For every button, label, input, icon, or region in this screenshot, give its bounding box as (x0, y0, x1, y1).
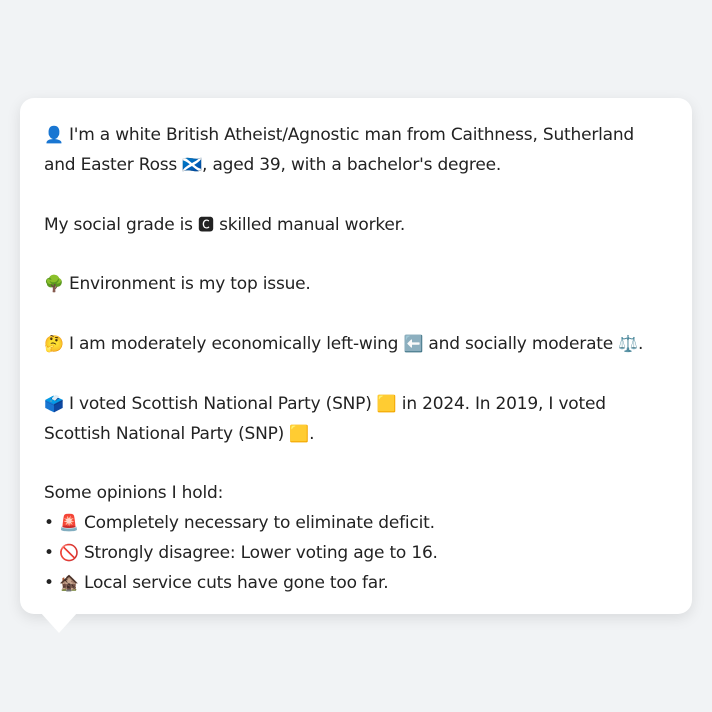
opinions-heading: Some opinions I hold: (44, 482, 224, 503)
social-position-text: and socially moderate (423, 334, 619, 355)
yellow-square-icon: 🟨 (376, 393, 397, 413)
opinions-section: Some opinions I hold: • 🚨 Completely nec… (44, 479, 668, 599)
profile-message-bubble: 👤 I'm a white British Atheist/Agnostic m… (20, 98, 692, 614)
list-item: • 🚨 Completely necessary to eliminate de… (44, 508, 668, 538)
social-grade-label: My social grade is (44, 214, 199, 235)
person-icon: 👤 (44, 125, 64, 144)
balance-scale-icon: ⚖️ (618, 334, 638, 354)
derelict-house-icon: 🏚️ (59, 573, 79, 593)
grade-c-icon: 🅲 (198, 214, 214, 234)
top-issue-text: Environment is my top issue. (63, 274, 311, 295)
age-education-text: , aged 39, with a bachelor's degree. (202, 155, 502, 176)
scotland-flag-icon: 🏴󠁧󠁢󠁳󠁣󠁴󠁿 (182, 155, 203, 175)
opinions-list: • 🚨 Completely necessary to eliminate de… (44, 508, 668, 599)
prohibited-icon: 🚫 (59, 543, 79, 563)
voting-history-end: . (309, 423, 315, 444)
bullet: • (44, 512, 60, 533)
thinking-face-icon: 🤔 (44, 334, 64, 354)
social-grade-value: skilled manual worker. (213, 214, 406, 235)
bubble-tail (40, 612, 78, 633)
ballot-box-icon: 🗳️ (44, 393, 64, 413)
opinion-text: Completely necessary to eliminate defici… (78, 512, 435, 533)
tree-icon: 🌳 (44, 274, 64, 294)
bullet: • (44, 543, 60, 564)
economic-position-text: I am moderately economically left-wing (63, 334, 404, 355)
voting-history-paragraph: 🗳️ I voted Scottish National Party (SNP)… (44, 389, 668, 450)
vote-2024-text: I voted Scottish National Party (SNP) (63, 393, 377, 414)
social-grade-paragraph: My social grade is 🅲 skilled manual work… (44, 210, 668, 240)
list-item: • 🏚️ Local service cuts have gone too fa… (44, 568, 668, 598)
identity-paragraph: 👤 I'm a white British Atheist/Agnostic m… (44, 120, 668, 181)
bullet: • (44, 573, 60, 594)
political-position-end: . (637, 334, 644, 355)
opinion-text: Local service cuts have gone too far. (78, 573, 389, 594)
yellow-square-icon: 🟨 (289, 423, 310, 443)
siren-icon: 🚨 (59, 512, 79, 532)
opinion-text: Strongly disagree: Lower voting age to 1… (78, 543, 438, 564)
left-arrow-icon: ⬅️ (403, 334, 424, 354)
political-position-paragraph: 🤔 I am moderately economically left-wing… (44, 329, 668, 359)
top-issue-paragraph: 🌳 Environment is my top issue. (44, 269, 668, 299)
list-item: • 🚫 Strongly disagree: Lower voting age … (44, 538, 668, 568)
